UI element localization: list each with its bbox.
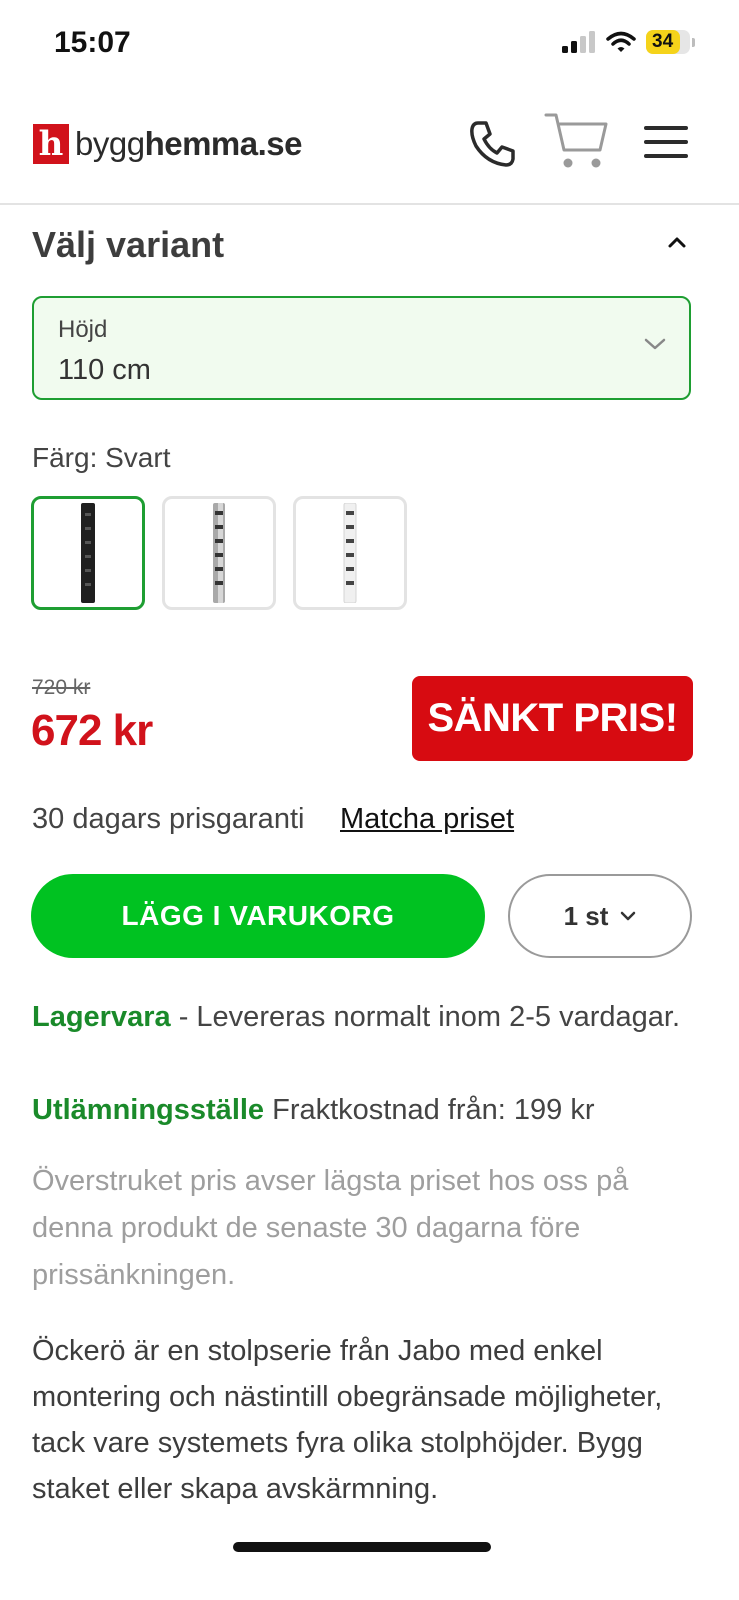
status-icons: 34 bbox=[562, 30, 695, 54]
status-bar: 15:07 34 bbox=[0, 0, 739, 90]
height-select-label: Höjd bbox=[58, 316, 108, 343]
price-disclaimer: Överstruket pris avser lägsta priset hos… bbox=[32, 1165, 629, 1291]
color-swatch-black[interactable] bbox=[31, 496, 145, 610]
color-swatch-galvanized[interactable] bbox=[162, 496, 276, 610]
sale-badge: SÄNKT PRIS! bbox=[412, 676, 693, 761]
cart-icon[interactable] bbox=[544, 110, 610, 172]
stock-status-line: Lagervara - Levereras normalt inom 2-5 v… bbox=[32, 994, 692, 1040]
battery-icon: 34 bbox=[646, 30, 695, 54]
chevron-down-icon bbox=[644, 338, 666, 350]
variant-section-title[interactable]: Välj variant bbox=[32, 224, 224, 266]
shipping-cost-text: Fraktkostnad från: 199 kr bbox=[264, 1094, 595, 1126]
color-swatch-white[interactable] bbox=[293, 496, 407, 610]
post-black-image bbox=[81, 503, 95, 603]
product-description: Öckerö är en stolpserie från Jabo med en… bbox=[32, 1335, 663, 1505]
home-indicator bbox=[233, 1542, 491, 1552]
pickup-line: Utlämningsställe Fraktkostnad från: 199 … bbox=[32, 1094, 712, 1127]
post-galvanized-image bbox=[213, 503, 225, 603]
add-to-cart-button[interactable]: LÄGG I VARUKORG bbox=[31, 874, 485, 958]
battery-level: 34 bbox=[652, 31, 674, 52]
color-label: Färg: Svart bbox=[32, 442, 171, 473]
quantity-select[interactable]: 1 st bbox=[508, 874, 692, 958]
logo-mark: h bbox=[33, 124, 69, 164]
menu-icon[interactable] bbox=[644, 122, 688, 162]
status-time: 15:07 bbox=[54, 26, 131, 59]
current-price: 672 kr bbox=[31, 706, 153, 755]
wifi-icon bbox=[606, 31, 636, 52]
quantity-value: 1 st bbox=[563, 900, 609, 931]
logo-text: bygghemma.se bbox=[75, 125, 303, 162]
match-price-link[interactable]: Matcha priset bbox=[340, 803, 514, 836]
phone-icon[interactable] bbox=[466, 118, 518, 170]
price-guarantee-text: 30 dagars prisgaranti bbox=[32, 803, 305, 835]
post-white-image bbox=[343, 503, 357, 603]
pickup-status: Utlämningsställe bbox=[32, 1094, 265, 1126]
signal-icon bbox=[562, 31, 595, 53]
stock-text: - Levereras normalt inom 2-5 vardagar. bbox=[170, 1001, 680, 1033]
chevron-down-icon bbox=[621, 911, 636, 921]
stock-status: Lagervara bbox=[32, 1001, 171, 1033]
height-select-value: 110 cm bbox=[58, 354, 151, 386]
height-select[interactable]: Höjd 110 cm bbox=[32, 296, 691, 400]
site-header: h bygghemma.se bbox=[0, 100, 739, 205]
site-logo[interactable]: h bygghemma.se bbox=[33, 124, 303, 164]
chevron-up-icon[interactable] bbox=[666, 234, 688, 250]
old-price: 720 kr bbox=[32, 676, 91, 699]
